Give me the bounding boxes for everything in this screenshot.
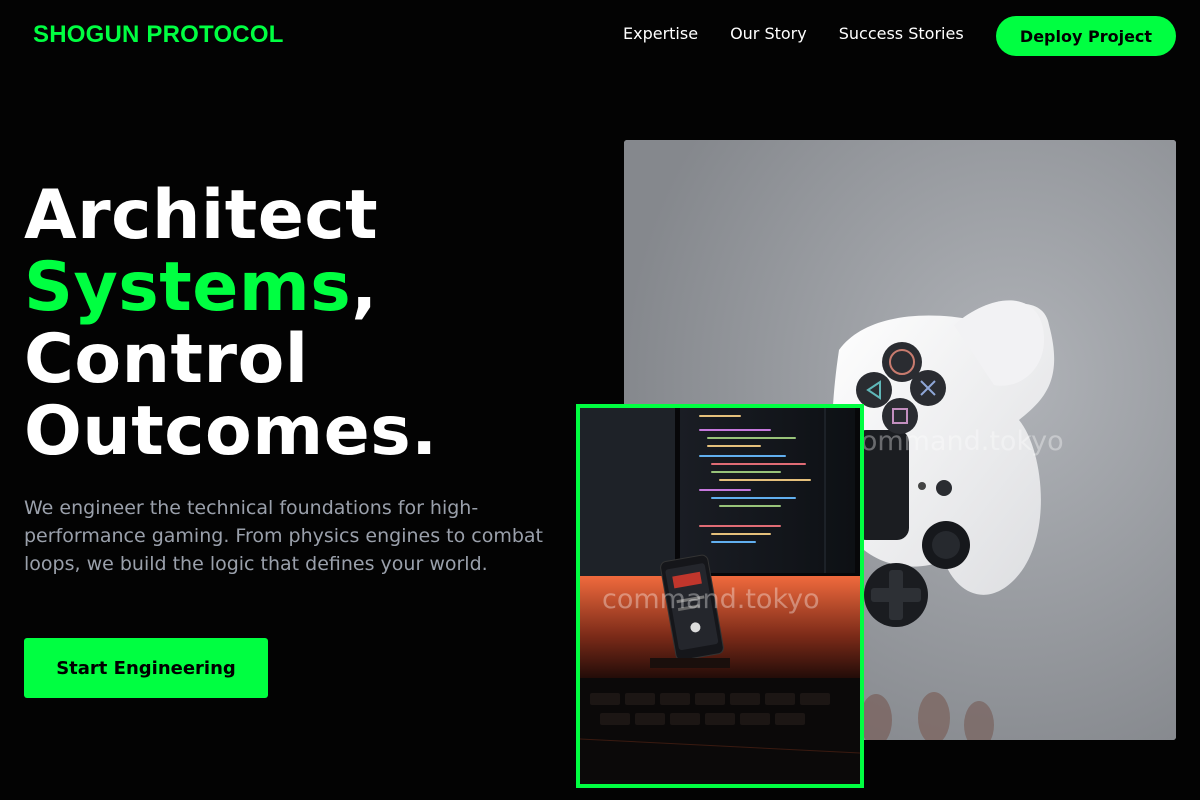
nav-item-success-stories[interactable]: Success Stories: [839, 24, 964, 43]
headline-accent-word: Systems: [24, 248, 352, 327]
start-engineering-button[interactable]: Start Engineering: [24, 638, 268, 698]
brand-logo[interactable]: SHOGUN PROTOCOL: [33, 21, 284, 49]
top-nav: Expertise Our Story Success Stories: [623, 24, 964, 43]
hero-headline: Architect Systems, Control Outcomes.: [24, 180, 584, 468]
headline-line-4: Outcomes.: [24, 392, 438, 471]
hero-description: We engineer the technical foundations fo…: [24, 497, 544, 575]
inset-photo-watermark: command.tokyo: [602, 584, 820, 615]
landing-page: SHOGUN PROTOCOL Expertise Our Story Succ…: [0, 0, 1200, 800]
main-photo-watermark: command.tokyo: [846, 426, 1064, 457]
nav-item-our-story[interactable]: Our Story: [730, 24, 807, 43]
deploy-project-button[interactable]: Deploy Project: [996, 16, 1176, 56]
nav-item-expertise[interactable]: Expertise: [623, 24, 698, 43]
headline-line-1: Architect: [24, 176, 379, 255]
headline-comma: ,: [351, 248, 378, 327]
headline-line-3: Control: [24, 320, 309, 399]
